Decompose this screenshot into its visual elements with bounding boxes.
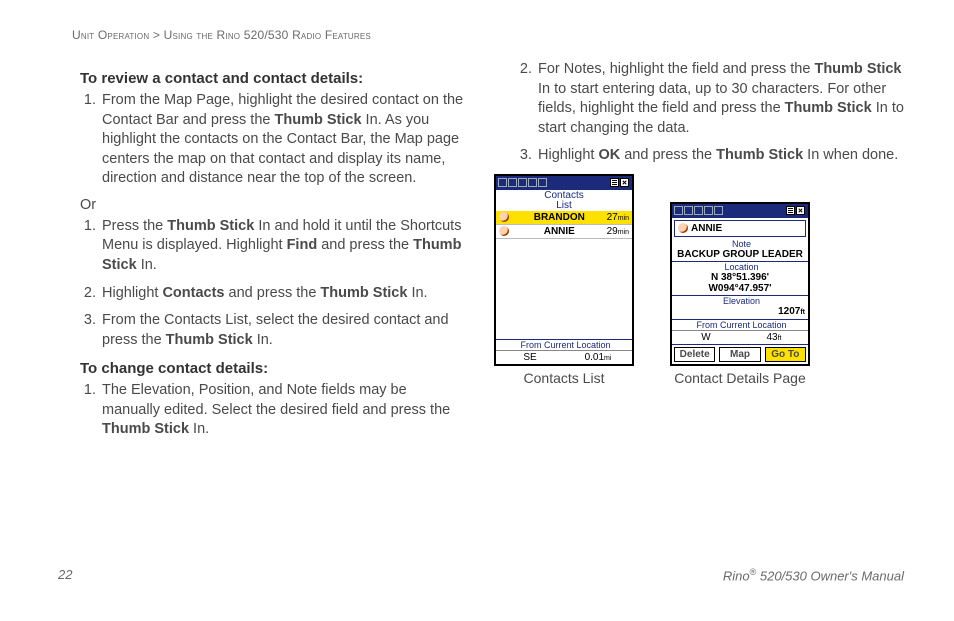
footer-row: SE 0.01mi [496, 350, 632, 364]
or-label: Or [80, 197, 468, 213]
list-item: The Elevation, Position, and Note fields… [100, 381, 468, 440]
contact-row: ANNIE 29min [496, 225, 632, 239]
elevation-field: 1207ft [672, 306, 808, 320]
figure-contacts-list: ContactsList BRANDON 27min ANNIE [494, 174, 634, 386]
heading-change: To change contact details: [80, 360, 468, 377]
menu-icon [610, 178, 619, 187]
book-title: Rino® 520/530 Owner's Manual [723, 567, 904, 583]
screen-title: ContactsList [496, 190, 632, 211]
device-screenshot: ContactsList BRANDON 27min ANNIE [494, 174, 634, 366]
contact-row: BRANDON 27min [496, 211, 632, 225]
list-change: The Elevation, Position, and Note fields… [58, 381, 468, 440]
note-field: BACKUP GROUP LEADER [672, 249, 808, 262]
list-item: Highlight Contacts and press the Thumb S… [100, 284, 468, 304]
delete-button: Delete [674, 347, 715, 362]
breadcrumb-page: Using the Rino 520/530 Radio Features [164, 28, 371, 42]
list-review-a: From the Map Page, highlight the desired… [58, 91, 468, 189]
map-button: Map [719, 347, 760, 362]
heading-review: To review a contact and contact details: [80, 70, 468, 87]
close-icon [620, 178, 629, 187]
from-row: W 43ft [672, 330, 808, 344]
right-column: For Notes, highlight the field and press… [494, 60, 904, 448]
face-icon [499, 226, 509, 236]
menu-icon [786, 206, 795, 215]
button-row: Delete Map Go To [672, 344, 808, 364]
contact-name-row: ANNIE [674, 220, 806, 237]
face-icon [678, 223, 688, 233]
list-review-b: Press the Thumb Stick In and hold it unt… [58, 217, 468, 350]
figure-contact-details: ANNIE Note BACKUP GROUP LEADER Location … [670, 202, 810, 386]
list-item: Highlight OK and press the Thumb Stick I… [536, 146, 904, 166]
list-item: For Notes, highlight the field and press… [536, 60, 904, 138]
page-number: 22 [58, 567, 72, 583]
close-icon [796, 206, 805, 215]
list-change-cont: For Notes, highlight the field and press… [494, 60, 904, 166]
page-footer: 22 Rino® 520/530 Owner's Manual [58, 567, 904, 583]
breadcrumb-sep: > [153, 28, 160, 42]
figure-caption: Contact Details Page [670, 370, 810, 386]
footer-label: From Current Location [496, 339, 632, 350]
location-field: N 38°51.396'W094°47.957' [672, 272, 808, 296]
goto-button: Go To [765, 347, 806, 362]
list-item: From the Contacts List, select the desir… [100, 311, 468, 350]
device-screenshot: ANNIE Note BACKUP GROUP LEADER Location … [670, 202, 810, 366]
figure-caption: Contacts List [494, 370, 634, 386]
breadcrumb: Unit Operation > Using the Rino 520/530 … [72, 28, 904, 42]
device-titlebar [672, 204, 808, 218]
left-column: To review a contact and contact details:… [58, 60, 468, 448]
list-item: From the Map Page, highlight the desired… [100, 91, 468, 189]
breadcrumb-section: Unit Operation [72, 28, 149, 42]
list-item: Press the Thumb Stick In and hold it unt… [100, 217, 468, 276]
face-icon [499, 212, 509, 222]
device-titlebar [496, 176, 632, 190]
